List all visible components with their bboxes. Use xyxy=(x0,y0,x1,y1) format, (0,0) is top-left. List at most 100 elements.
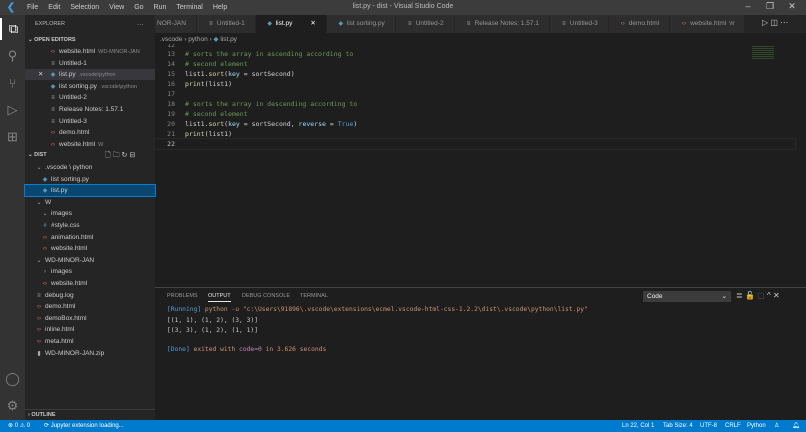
tree-item[interactable]: ≡debug.log xyxy=(25,290,155,301)
tree-item[interactable]: ‹›inline.html xyxy=(25,324,155,335)
menu-edit[interactable]: Edit xyxy=(43,4,65,11)
open-editors-header[interactable]: ⌄ OPEN EDITORS xyxy=(25,35,155,46)
collapse-all-icon[interactable]: ⊟ xyxy=(129,152,135,159)
search-icon[interactable]: ⚲ xyxy=(0,45,25,67)
more-actions-icon[interactable]: ⋯ xyxy=(780,18,788,27)
tree-item[interactable]: ◆list.py xyxy=(25,185,155,196)
minimize-button[interactable]: – xyxy=(736,1,760,11)
html-file-icon: ‹› xyxy=(35,302,43,313)
menu-help[interactable]: Help xyxy=(208,4,232,11)
copy-icon[interactable]: ▢ xyxy=(757,291,765,300)
open-editor-item[interactable]: ‹›website.htmlW xyxy=(25,139,155,150)
editor-tab[interactable]: ◆list sorting.py xyxy=(327,15,396,33)
notifications-icon[interactable]: 🔔︎ xyxy=(792,420,800,432)
menu-selection[interactable]: Selection xyxy=(65,4,104,11)
new-folder-icon[interactable]: 🗀 xyxy=(113,152,120,159)
source-control-icon[interactable]: ⑂ xyxy=(0,72,25,94)
close-tab-icon[interactable]: ✕ xyxy=(310,20,315,27)
extensions-icon[interactable]: ⊞ xyxy=(0,126,25,148)
output-channel-select[interactable]: Code⌄ xyxy=(643,291,731,302)
explorer-more-button[interactable]: ··· xyxy=(137,19,151,30)
tree-item[interactable]: ⌄.vscode \ python xyxy=(25,162,155,173)
lock-icon[interactable]: 🔓 xyxy=(745,291,755,300)
tab-terminal[interactable]: TERMINAL xyxy=(300,293,328,299)
tree-item[interactable]: ⌄WD-MINOR-JAN xyxy=(25,255,155,266)
tab-size[interactable]: Tab Size: 4 xyxy=(663,420,693,432)
open-editor-item[interactable]: ‹›website.htmlWD-MINOR-JAN xyxy=(25,46,155,57)
split-editor-icon[interactable]: ◫ xyxy=(770,18,778,27)
tree-item[interactable]: ‹›demo.html xyxy=(25,301,155,312)
close-editor-icon[interactable]: ✕ xyxy=(38,69,43,80)
editor-tab[interactable]: ‹›website.htmlW xyxy=(670,15,745,33)
encoding[interactable]: UTF-8 xyxy=(700,420,717,432)
tree-item[interactable]: ‹›demoBox.html xyxy=(25,313,155,324)
menu-go[interactable]: Go xyxy=(129,4,148,11)
outline-label: OUTLINE xyxy=(31,412,55,418)
editor-tabs: NOR-JAN≡Untitled-1◆list.py✕◆list sorting… xyxy=(155,15,806,33)
open-editors-label: OPEN EDITORS xyxy=(34,37,75,43)
refresh-icon[interactable]: ↻ xyxy=(122,152,128,159)
jupyter-status[interactable]: ⟳ Jupyter extension loading... xyxy=(44,420,124,432)
outline-header[interactable]: › OUTLINE xyxy=(25,409,155,420)
breadcrumb-list-py[interactable]: list.py xyxy=(220,36,237,43)
tab-output[interactable]: OUTPUT xyxy=(208,293,231,302)
tab-problems[interactable]: PROBLEMS xyxy=(167,293,198,299)
problems-status[interactable]: ⊗ 0 ⚠ 0 xyxy=(8,420,30,432)
tree-item[interactable]: ›images xyxy=(25,266,155,277)
tree-item[interactable]: ‹›animation.html xyxy=(25,232,155,243)
editor-tab[interactable]: NOR-JAN xyxy=(155,15,197,33)
tree-item[interactable]: ‹›meta.html xyxy=(25,336,155,347)
editor-tab[interactable]: ≡Untitled-3 xyxy=(550,15,609,33)
language-mode[interactable]: Python xyxy=(747,420,766,432)
tree-item[interactable]: ⌄images xyxy=(25,208,155,219)
cursor-position[interactable]: Ln 22, Col 1 xyxy=(622,420,654,432)
tree-item[interactable]: ⌄W xyxy=(25,197,155,208)
feedback-icon[interactable]: ♙ xyxy=(774,420,779,432)
menu-view[interactable]: View xyxy=(104,4,129,11)
new-file-icon[interactable]: 🗋 xyxy=(105,152,111,159)
open-editor-item[interactable]: ≡Untitled-2 xyxy=(25,92,155,103)
tab-debug-console[interactable]: DEBUG CONSOLE xyxy=(242,293,290,299)
open-editor-item[interactable]: ◆list sorting.py.vscode\python xyxy=(25,81,155,92)
restore-button[interactable]: ❐ xyxy=(758,1,782,12)
breadcrumb-python[interactable]: python xyxy=(188,36,208,43)
html-file-icon: ‹› xyxy=(35,325,43,336)
tree-item[interactable]: ◆list sorting.py xyxy=(25,174,155,185)
dist-folder-header[interactable]: ⌄ DIST 🗋 🗀 ↻ ⊟ xyxy=(25,150,155,161)
maximize-panel-icon[interactable]: ^ xyxy=(767,291,771,300)
line-ending[interactable]: CRLF xyxy=(725,420,741,432)
code-token: sortSecond xyxy=(252,119,291,129)
editor-tab[interactable]: ≡Untitled-2 xyxy=(396,15,455,33)
run-debug-icon[interactable]: ▷ xyxy=(0,99,25,121)
tree-item[interactable]: ‹›website.html xyxy=(25,243,155,254)
clear-output-icon[interactable]: ≣ xyxy=(736,291,743,300)
breadcrumb-vscode[interactable]: .vscode xyxy=(160,36,182,43)
account-icon[interactable]: ◯ xyxy=(0,368,25,390)
close-panel-icon[interactable]: ✕ xyxy=(773,291,780,300)
tree-item[interactable]: ▮WD-MINOR-JAN.zip xyxy=(25,348,155,359)
menu-file[interactable]: File xyxy=(22,4,43,11)
open-editor-item[interactable]: ‹›demo.html xyxy=(25,127,155,138)
explorer-files-icon[interactable]: ⧉ xyxy=(0,18,25,40)
menu-terminal[interactable]: Terminal xyxy=(171,4,207,11)
open-editor-item[interactable]: ≡Release Notes: 1.57.1 xyxy=(25,104,155,115)
minimap[interactable] xyxy=(752,46,774,60)
settings-gear-icon[interactable]: ⚙ xyxy=(0,395,25,417)
run-file-icon[interactable]: ▷ xyxy=(762,18,768,27)
open-editor-item[interactable]: ≡Untitled-3 xyxy=(25,116,155,127)
html-file-icon: ‹› xyxy=(41,244,49,255)
editor-tab[interactable]: ≡Untitled-1 xyxy=(197,15,256,33)
menu-run[interactable]: Run xyxy=(149,4,172,11)
editor-tab[interactable]: ◆list.py✕ xyxy=(256,15,327,33)
open-editor-item[interactable]: ✕◆list.py.vscode\python xyxy=(25,69,155,80)
open-editor-item[interactable]: ≡Untitled-1 xyxy=(25,58,155,69)
tree-item[interactable]: ‹›website.html xyxy=(25,278,155,289)
editor-tab[interactable]: ‹›demo.html xyxy=(609,15,670,33)
close-window-button[interactable]: ✕ xyxy=(780,1,804,12)
code-comment: # second element xyxy=(185,109,248,119)
open-editor-name: Untitled-3 xyxy=(59,118,87,125)
code-editor[interactable]: 12 13# sorts the array in ascending acco… xyxy=(155,44,795,149)
editor-tab[interactable]: ≡Release Notes: 1.57.1 xyxy=(455,15,550,33)
tree-item[interactable]: ##style.css xyxy=(25,220,155,231)
error-count: 0 xyxy=(15,423,18,429)
